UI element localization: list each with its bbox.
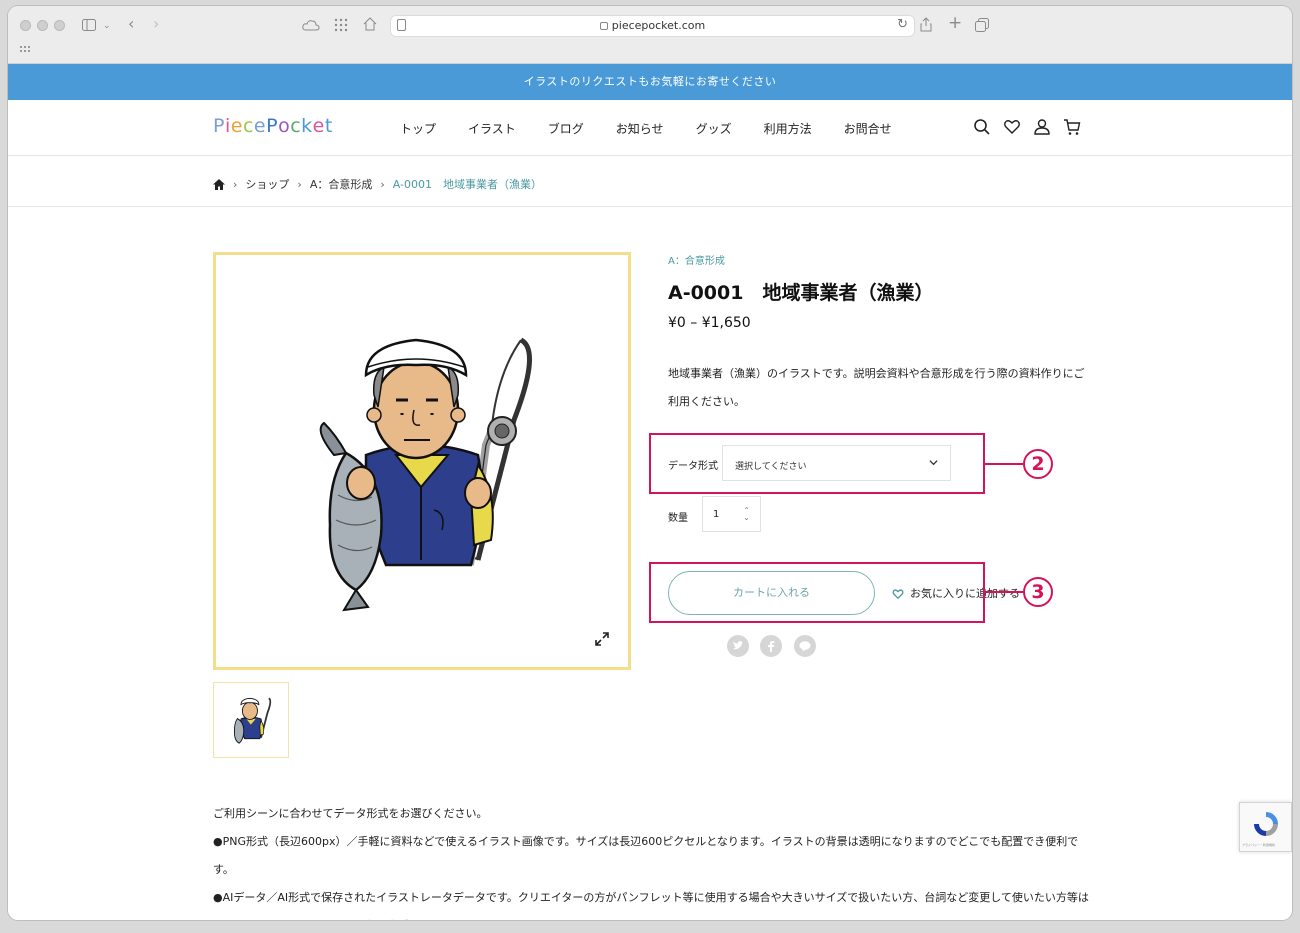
recaptcha-badge[interactable]: プライバシー・利用規約 bbox=[1239, 802, 1292, 852]
facebook-share-button[interactable] bbox=[760, 635, 782, 657]
cart-icon[interactable] bbox=[1063, 118, 1081, 136]
home-icon[interactable] bbox=[213, 178, 225, 190]
product-title: A-0001 地域事業者（漁業） bbox=[668, 282, 934, 304]
tabs-overview-icon[interactable] bbox=[975, 18, 989, 32]
grid-icon[interactable] bbox=[334, 18, 348, 32]
forward-icon[interactable]: › bbox=[153, 16, 159, 32]
logo-letter: k bbox=[301, 115, 313, 137]
twitter-share-button[interactable] bbox=[727, 635, 749, 657]
line-share-button[interactable] bbox=[794, 635, 816, 657]
annotation-marker-2: 2 bbox=[1023, 449, 1053, 479]
nav-item[interactable]: お問合せ bbox=[844, 120, 892, 137]
url-text: piecepocket.com bbox=[611, 19, 706, 32]
breadcrumb-category[interactable]: A：合意形成 bbox=[310, 176, 373, 192]
home-icon[interactable] bbox=[363, 17, 377, 31]
page-viewport: イラストのリクエストもお気軽にお寄せください PiecePocket トップ イラ… bbox=[8, 64, 1292, 920]
back-icon[interactable]: ‹ bbox=[128, 16, 134, 32]
minimize-window-button[interactable] bbox=[37, 20, 48, 31]
product-main-image[interactable] bbox=[213, 252, 631, 670]
header-icons bbox=[973, 118, 1081, 136]
annotation-box-3 bbox=[649, 562, 985, 623]
address-bar[interactable]: piecepocket.com ↻ bbox=[390, 15, 915, 37]
reload-icon[interactable]: ↻ bbox=[897, 17, 908, 32]
search-icon[interactable] bbox=[973, 118, 991, 136]
chevron-right-icon: › bbox=[380, 177, 385, 191]
main-nav: トップ イラスト ブログ お知らせ グッズ 利用方法 お問合せ bbox=[400, 120, 924, 137]
sidebar-icon[interactable] bbox=[82, 19, 96, 31]
description-line: ご利用シーンに合わせてデータ形式をお選びください。 bbox=[213, 807, 488, 820]
fisherman-thumbnail bbox=[233, 697, 272, 744]
logo-letter: t bbox=[324, 115, 333, 137]
product-description: 地域事業者（漁業）のイラストです。説明会資料や合意形成を行う際の資料作りにご利用… bbox=[668, 367, 1085, 408]
nav-item[interactable]: ブログ bbox=[548, 120, 584, 137]
expand-icon[interactable] bbox=[594, 631, 610, 647]
browser-window: ⌄ ‹ › piecepocket.com ↻ + イラストのリクエストもお気軽… bbox=[8, 6, 1292, 920]
breadcrumb-shop[interactable]: ショップ bbox=[245, 176, 289, 192]
close-window-button[interactable] bbox=[20, 20, 31, 31]
site-logo[interactable]: PiecePocket bbox=[213, 115, 333, 137]
twitter-icon bbox=[733, 641, 743, 650]
announcement-bar: イラストのリクエストもお気軽にお寄せください bbox=[8, 64, 1292, 100]
logo-letter: o bbox=[278, 115, 291, 137]
chevron-down-icon[interactable]: ⌄ bbox=[103, 18, 111, 34]
stepper-arrows-icon[interactable]: ⌃ ⌄ bbox=[743, 507, 750, 522]
nav-item[interactable]: トップ bbox=[400, 120, 436, 137]
quantity-stepper[interactable]: 1 ⌃ ⌄ bbox=[702, 496, 761, 532]
cloud-icon[interactable] bbox=[302, 19, 320, 31]
logo-letter: P bbox=[213, 115, 225, 137]
line-icon bbox=[799, 641, 811, 652]
logo-letter: e bbox=[253, 115, 267, 137]
divider bbox=[8, 206, 1292, 207]
annotation-connector-3 bbox=[985, 591, 1023, 593]
bookmarks-icon[interactable] bbox=[20, 46, 30, 54]
zoom-window-button[interactable] bbox=[54, 20, 65, 31]
annotation-connector-2 bbox=[985, 463, 1023, 465]
site-header: PiecePocket トップ イラスト ブログ お知らせ グッズ 利用方法 お問合せ bbox=[8, 100, 1292, 156]
annotation-box-2 bbox=[649, 433, 985, 494]
product-thumbnail[interactable] bbox=[213, 682, 289, 758]
browser-toolbar: ⌄ ‹ › piecepocket.com ↻ + bbox=[8, 6, 1292, 64]
nav-item[interactable]: お知らせ bbox=[616, 120, 664, 137]
product-price: ¥0 – ¥1,650 bbox=[668, 315, 751, 331]
chevron-right-icon: › bbox=[297, 177, 302, 191]
share-icon[interactable] bbox=[920, 17, 932, 32]
annotation-marker-3: 3 bbox=[1023, 577, 1053, 607]
facebook-icon bbox=[768, 641, 775, 652]
description-line: ●PNG形式（長辺600px）／手軽に資料などで使えるイラスト画像です。サイズは… bbox=[213, 835, 1079, 876]
product-category[interactable]: A：合意形成 bbox=[668, 252, 725, 267]
quantity-label: 数量 bbox=[668, 513, 688, 524]
nav-item[interactable]: イラスト bbox=[468, 120, 516, 137]
product-long-description: ご利用シーンに合わせてデータ形式をお選びください。 ●PNG形式（長辺600px… bbox=[213, 800, 1093, 920]
recaptcha-terms[interactable]: プライバシー・利用規約 bbox=[1242, 843, 1275, 847]
nav-item[interactable]: 利用方法 bbox=[764, 120, 812, 137]
breadcrumb-current: A-0001 地域事業者（漁業） bbox=[392, 178, 542, 191]
logo-letter: c bbox=[242, 115, 254, 137]
nav-item[interactable]: グッズ bbox=[696, 120, 732, 137]
logo-letter: e bbox=[230, 115, 243, 137]
logo-letter: P bbox=[266, 115, 279, 137]
recaptcha-icon bbox=[1254, 812, 1278, 836]
logo-letter: e bbox=[312, 115, 325, 137]
quantity-value: 1 bbox=[713, 509, 720, 520]
new-tab-icon[interactable]: + bbox=[948, 15, 962, 32]
chevron-right-icon: › bbox=[233, 177, 238, 191]
heart-icon[interactable] bbox=[1003, 118, 1021, 136]
fisherman-illustration bbox=[319, 337, 532, 612]
logo-letter: c bbox=[290, 115, 302, 137]
lock-icon bbox=[599, 22, 608, 30]
user-icon[interactable] bbox=[1033, 118, 1051, 136]
description-line: ●AIデータ／AI形式で保存されたイラストレータデータです。クリエイターの方がパ… bbox=[213, 891, 1089, 920]
breadcrumb: › ショップ › A：合意形成 › A-0001 地域事業者（漁業） bbox=[213, 176, 542, 192]
